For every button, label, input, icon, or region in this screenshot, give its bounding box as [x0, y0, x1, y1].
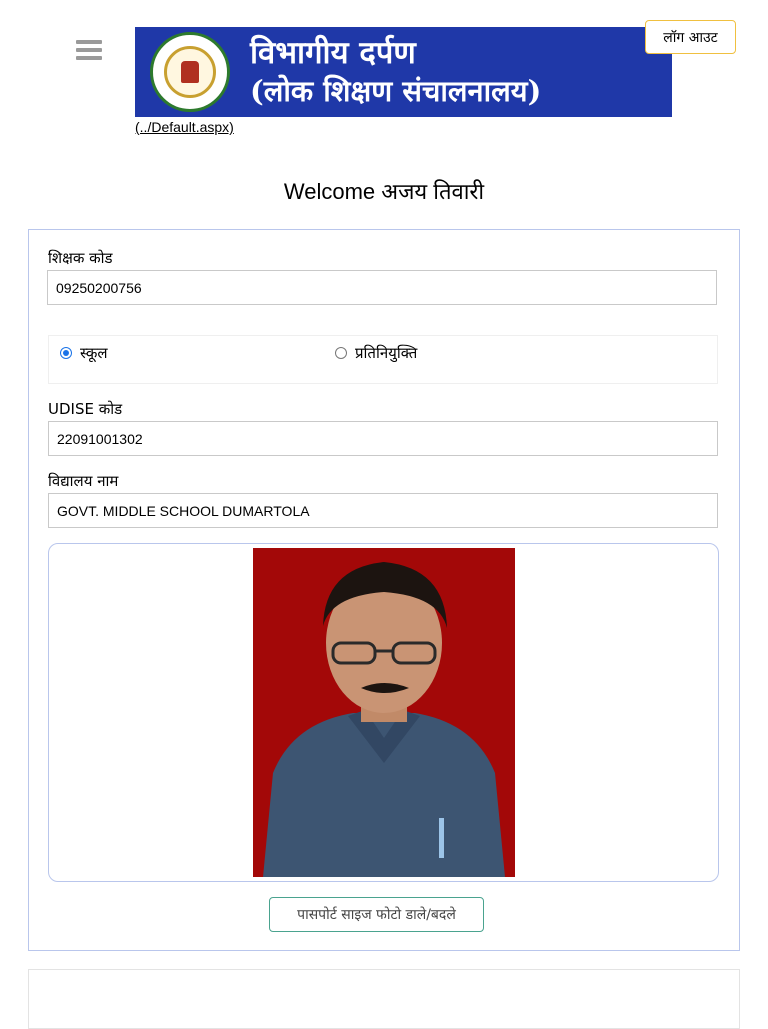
radio-school-label: स्कूल — [80, 344, 108, 362]
secondary-card — [28, 969, 740, 1029]
school-name-label: विद्यालय नाम — [48, 472, 119, 490]
teacher-code-field[interactable]: 09250200756 — [47, 270, 717, 305]
radio-deputation-label: प्रतिनियुक्ति — [355, 344, 418, 362]
logout-button[interactable]: लॉग आउट — [645, 20, 736, 54]
welcome-message: Welcome अजय तिवारी — [283, 179, 485, 204]
hamburger-menu-icon[interactable] — [76, 40, 102, 60]
udise-label: UDISE कोड — [48, 400, 123, 418]
default-page-link[interactable]: (../Default.aspx) — [135, 119, 234, 135]
header-banner: विभागीय दर्पण (लोक शिक्षण संचालनालय) — [135, 27, 672, 117]
banner-subtitle: (लोक शिक्षण संचालनालय) — [250, 74, 542, 108]
teacher-code-label: शिक्षक कोड — [48, 249, 113, 267]
banner-title: विभागीय दर्पण — [250, 35, 416, 71]
passport-photo-image — [253, 548, 515, 877]
school-name-field[interactable]: GOVT. MIDDLE SCHOOL DUMARTOLA — [48, 493, 718, 528]
radio-checked-icon[interactable] — [60, 347, 72, 359]
udise-field[interactable]: 22091001302 — [48, 421, 718, 456]
radio-deputation[interactable]: प्रतिनियुक्ति — [335, 343, 417, 363]
state-emblem-logo — [150, 32, 230, 112]
radio-school[interactable]: स्कूल — [60, 343, 108, 363]
upload-photo-button[interactable]: पासपोर्ट साइज फोटो डाले/बदले — [269, 897, 484, 932]
radio-unchecked-icon[interactable] — [335, 347, 347, 359]
